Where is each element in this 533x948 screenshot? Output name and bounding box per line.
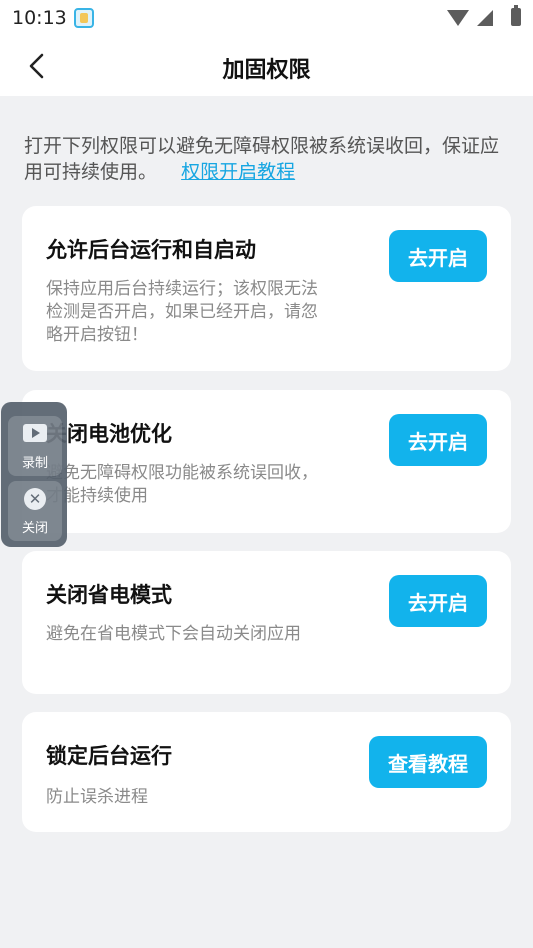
card-title: 允许后台运行和自启动 bbox=[46, 238, 256, 262]
card-title: 锁定后台运行 bbox=[46, 744, 172, 768]
disable-power-saving-button[interactable]: 去开启 bbox=[389, 575, 487, 627]
status-icons bbox=[447, 5, 521, 26]
battery-charging-icon bbox=[511, 5, 521, 26]
app-notification-icon bbox=[74, 8, 94, 28]
close-floating-button[interactable]: ✕ 关闭 bbox=[8, 481, 62, 541]
card-description: 避免在省电模式下会自动关闭应用 bbox=[46, 624, 301, 644]
wifi-icon bbox=[447, 10, 469, 26]
record-label: 录制 bbox=[21, 456, 48, 471]
card-title: 关闭省电模式 bbox=[46, 583, 172, 607]
close-icon: ✕ bbox=[24, 488, 46, 510]
close-label: 关闭 bbox=[21, 521, 48, 536]
disable-battery-optimization-button[interactable]: 去开启 bbox=[389, 414, 487, 466]
record-button[interactable]: 录制 bbox=[8, 416, 62, 476]
permission-card-lock-background: 锁定后台运行 防止误杀进程 查看教程 bbox=[22, 712, 511, 832]
enable-background-run-button[interactable]: 去开启 bbox=[389, 230, 487, 282]
view-tutorial-button[interactable]: 查看教程 bbox=[369, 736, 487, 788]
permission-card-battery-optimization: 关闭电池优化 避免无障碍权限功能被系统误回收，才能持续使用 去开启 bbox=[22, 390, 511, 533]
card-description: 防止误杀进程 bbox=[46, 787, 148, 807]
status-time: 10:13 bbox=[12, 7, 67, 29]
status-bar: 10:13 bbox=[0, 0, 533, 36]
permission-card-background-run: 允许后台运行和自启动 保持应用后台持续运行；该权限无法检测是否开启，如果已经开启… bbox=[22, 206, 511, 371]
video-record-icon bbox=[23, 424, 47, 442]
permission-card-power-saving: 关闭省电模式 避免在省电模式下会自动关闭应用 去开启 bbox=[22, 551, 511, 694]
floating-recorder-panel[interactable]: 录制 ✕ 关闭 bbox=[1, 402, 67, 547]
card-description: 保持应用后台持续运行；该权限无法检测是否开启，如果已经开启，请忽略开启按钮！ bbox=[46, 279, 318, 345]
page-title: 加固权限 bbox=[222, 58, 311, 83]
nav-bar: 加固权限 bbox=[0, 36, 533, 96]
signal-icon bbox=[477, 10, 493, 26]
intro-text: 打开下列权限可以避免无障碍权限被系统误收回，保证应用可持续使用。 权限开启教程 bbox=[24, 133, 514, 185]
card-description: 避免无障碍权限功能被系统误回收，才能持续使用 bbox=[46, 463, 318, 506]
permission-tutorial-link[interactable]: 权限开启教程 bbox=[181, 161, 295, 183]
